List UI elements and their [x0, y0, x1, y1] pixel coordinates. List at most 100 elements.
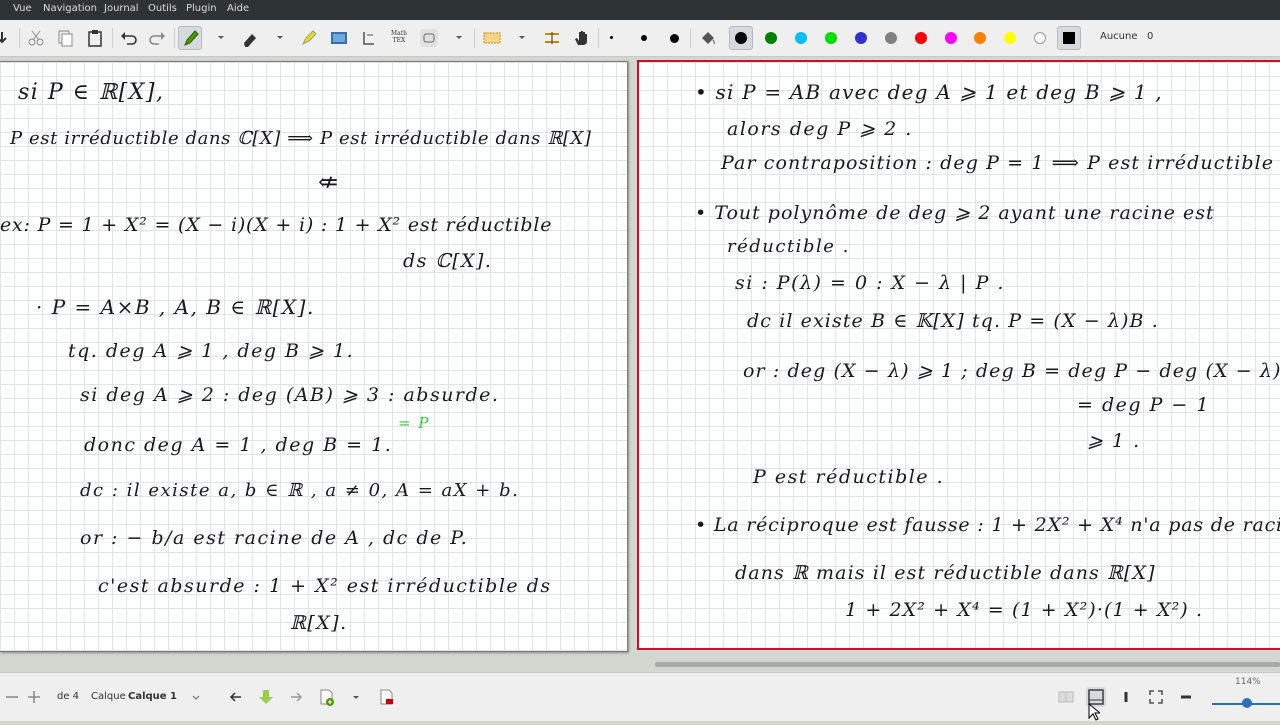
paste-icon[interactable] — [83, 26, 107, 50]
line-style-value: 0 — [1147, 31, 1154, 42]
color-green-swatch[interactable] — [765, 32, 777, 44]
zoom-level-label: 114% — [1235, 677, 1261, 687]
zoom-slider-handle[interactable] — [1242, 698, 1252, 708]
thickness-medium-icon[interactable] — [641, 35, 647, 41]
color-red-swatch[interactable] — [915, 32, 927, 44]
handwritten-line: P est irréductible dans ℂ[X] ⟹ P est irr… — [10, 128, 592, 149]
layer-dropdown-chevron-icon[interactable] — [186, 687, 206, 707]
handwritten-line: réductible . — [727, 236, 850, 257]
page-count-label: de 4 — [57, 691, 80, 702]
color-magenta-swatch[interactable] — [945, 32, 957, 44]
handwritten-line: ⩾ 1 . — [1087, 430, 1141, 452]
handwritten-line: P est réductible . — [753, 466, 945, 488]
delete-layer-icon[interactable] — [376, 687, 396, 707]
handwritten-line: • Tout polynôme de deg ⩾ 2 ayant une rac… — [695, 202, 1215, 224]
new-layer-icon[interactable] — [316, 687, 336, 707]
handwritten-line: si P ∈ ℝ[X], — [18, 80, 165, 105]
color-white-swatch[interactable] — [1034, 32, 1046, 44]
color-light-blue-swatch[interactable] — [795, 32, 807, 44]
menu-bar: Vue Navigation Journal Outils Plugin Aid… — [0, 0, 1280, 20]
color-black-swatch[interactable] — [735, 32, 747, 44]
menu-aide[interactable]: Aide — [227, 3, 249, 14]
handwritten-line: dc : il existe a, b ∈ ℝ , a ≠ 0, A = aX … — [80, 480, 520, 501]
image-icon[interactable] — [327, 26, 351, 50]
separator — [19, 28, 20, 48]
handwritten-annotation: = P — [398, 414, 430, 432]
handwritten-line: • La réciproque est fausse : 1 + 2X² + X… — [695, 514, 1280, 536]
handwritten-line: ℝ[X]. — [290, 612, 348, 634]
horizontal-scrollbar[interactable] — [655, 662, 1280, 667]
undo-icon[interactable] — [117, 26, 141, 50]
eraser-icon[interactable] — [238, 26, 262, 50]
color-gray-swatch[interactable] — [885, 32, 897, 44]
next-layer-icon[interactable] — [286, 687, 306, 707]
separator — [474, 28, 475, 48]
handwritten-line: ex: P = 1 + X² = (X − i)(X + i) : 1 + X²… — [0, 214, 553, 236]
line-style-label[interactable]: Aucune — [1100, 31, 1138, 42]
handwritten-line: dc il existe B ∈ 𝕂[X] tq. P = (X − λ)B . — [747, 310, 1159, 332]
select-options-chevron-icon[interactable] — [510, 26, 534, 50]
handwritten-line: ds ℂ[X]. — [403, 250, 493, 272]
handwritten-line: · P = A×B , A, B ∈ ℝ[X]. — [36, 295, 315, 319]
handwritten-line: si deg A ⩾ 2 : deg (AB) ⩾ 3 : absurde. — [80, 384, 500, 406]
handwritten-line: or : − b/a est racine de A , dc de P. — [80, 527, 469, 549]
canvas[interactable]: si P ∈ ℝ[X], P est irréductible dans ℂ[X… — [0, 57, 1280, 672]
layer-select[interactable]: Calque 1 — [128, 691, 177, 702]
handwritten-line: dans ℝ mais il est réductible dans ℝ[X] — [735, 562, 1156, 584]
pen-options-chevron-icon[interactable] — [209, 26, 233, 50]
handwritten-line: 1 + 2X² + X⁴ = (1 + X²)·(1 + X²) . — [845, 599, 1204, 621]
handwritten-line: = deg P − 1 — [1077, 394, 1210, 416]
vertical-space-icon[interactable] — [540, 26, 564, 50]
handwritten-line: tq. deg A ⩾ 1 , deg B ⩾ 1. — [68, 340, 355, 362]
redo-icon[interactable] — [145, 26, 169, 50]
shape-recognizer-icon[interactable] — [417, 26, 441, 50]
handwritten-line: c'est absurde : 1 + X² est irréductible … — [98, 575, 552, 597]
fill-icon[interactable] — [696, 26, 720, 50]
layout-continuous-icon[interactable] — [1056, 687, 1076, 707]
separator — [690, 28, 691, 48]
journal-page-left[interactable]: si P ∈ ℝ[X], P est irréductible dans ℂ[X… — [0, 61, 628, 652]
zoom-out-icon[interactable] — [2, 687, 22, 707]
thickness-fine-icon[interactable] — [610, 36, 613, 39]
save-icon[interactable] — [0, 26, 16, 50]
shape-options-chevron-icon[interactable] — [447, 26, 471, 50]
menu-vue[interactable]: Vue — [13, 3, 32, 14]
eraser-options-chevron-icon[interactable] — [268, 26, 292, 50]
zoom-in-icon[interactable] — [24, 687, 44, 707]
previous-layer-icon[interactable] — [226, 687, 246, 707]
text-icon[interactable] — [357, 26, 381, 50]
menu-outils[interactable]: Outils — [148, 3, 177, 14]
fullscreen-icon[interactable] — [1146, 687, 1166, 707]
menu-plugin[interactable]: Plugin — [186, 3, 217, 14]
journal-page-right[interactable]: • si P = AB avec deg A ⩾ 1 et deg B ⩾ 1 … — [637, 60, 1280, 650]
math-tex-icon[interactable]: Math TEX — [387, 30, 411, 54]
color-yellow-swatch[interactable] — [1004, 32, 1016, 44]
copy-icon[interactable] — [53, 26, 77, 50]
separator — [174, 28, 175, 48]
pen-icon[interactable] — [178, 26, 202, 50]
color-blue-swatch[interactable] — [855, 32, 867, 44]
toolbar: Math TEX Aucune 0 — [0, 20, 1280, 57]
handwritten-line: or : deg (X − λ) ⩾ 1 ; deg B = deg P − d… — [743, 360, 1280, 382]
color-orange-swatch[interactable] — [974, 32, 986, 44]
layout-vertical-icon[interactable] — [1116, 687, 1136, 707]
goto-top-layer-icon[interactable] — [256, 687, 276, 707]
highlighter-icon[interactable] — [297, 26, 321, 50]
handwritten-line: alors deg P ⩾ 2 . — [727, 118, 913, 140]
color-custom-swatch[interactable] — [1063, 32, 1075, 44]
thickness-thick-icon[interactable] — [670, 34, 679, 43]
hand-icon[interactable] — [570, 26, 594, 50]
menu-journal[interactable]: Journal — [104, 3, 139, 14]
layer-menu-chevron-icon[interactable] — [346, 687, 366, 707]
select-rect-icon[interactable] — [480, 26, 504, 50]
handwritten-line: ⇍ — [318, 168, 340, 196]
separator — [112, 28, 113, 48]
handwritten-line: donc deg A = 1 , deg B = 1. — [84, 434, 393, 456]
handwritten-line: Par contraposition : deg P = 1 ⟹ P est i… — [721, 152, 1275, 174]
cut-icon[interactable] — [24, 26, 48, 50]
menu-navigation[interactable]: Navigation — [43, 3, 97, 14]
color-light-green-swatch[interactable] — [825, 32, 837, 44]
presentation-mode-icon[interactable] — [1176, 687, 1196, 707]
layer-label: Calque — [91, 691, 126, 702]
handwritten-line: si : P(λ) = 0 : X − λ | P . — [735, 272, 1005, 294]
